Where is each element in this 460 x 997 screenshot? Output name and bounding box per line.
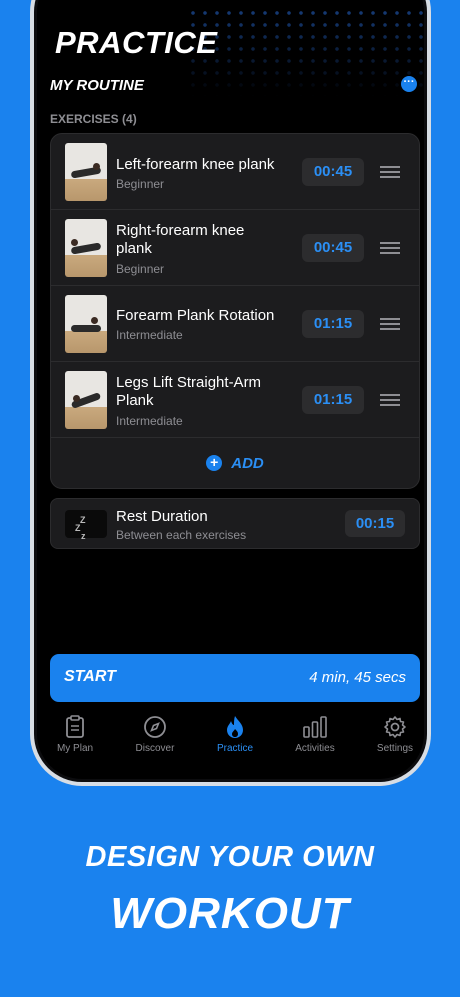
promo-headline: DESIGN YOUR OWN (85, 841, 375, 873)
exercise-name: Forearm Plank Rotation (116, 307, 275, 324)
dot-pattern-decoration (187, 7, 424, 97)
tab-activities[interactable]: Activities (277, 715, 353, 754)
exercise-row[interactable]: Right-forearm knee plank Beginner 00:45 (51, 210, 419, 286)
tab-practice[interactable]: Practice (197, 715, 273, 754)
exercise-name: Legs Lift Straight-Arm Plank (116, 374, 262, 409)
exercise-level: Intermediate (116, 328, 183, 342)
drag-handle-icon[interactable] (380, 242, 400, 254)
add-label: ADD (231, 454, 264, 472)
exercise-level: Beginner (116, 262, 165, 276)
tab-label: Discover (135, 743, 175, 754)
exercise-name: Right-forearm knee plank (116, 222, 245, 257)
promo-subheadline: WORKOUT (110, 889, 350, 938)
exercise-row[interactable]: Left-forearm knee plank Beginner 00:45 (51, 134, 419, 210)
exercise-duration-button[interactable]: 01:15 (302, 310, 364, 338)
rest-duration-row[interactable]: ZZz Rest Duration Between each exercises… (50, 498, 420, 549)
drag-handle-icon[interactable] (380, 394, 400, 406)
exercises-header: EXERCISES (4) (50, 112, 137, 126)
phone-frame: PRACTICE MY ROUTINE ··· EXERCISES (4) Le… (30, 0, 431, 786)
drag-handle-icon[interactable] (380, 166, 400, 178)
exercise-list: Left-forearm knee plank Beginner 00:45 R… (50, 133, 420, 489)
exercise-level: Beginner (116, 177, 165, 191)
exercise-name: Left-forearm knee plank (116, 156, 275, 173)
total-duration: 4 min, 45 secs (309, 669, 406, 686)
plus-circle-icon: + (206, 455, 223, 471)
exercise-thumbnail (65, 295, 107, 353)
rest-duration-button[interactable]: 00:15 (345, 510, 405, 537)
clipboard-icon (66, 715, 84, 738)
bar-chart-icon (303, 716, 327, 738)
start-label: START (64, 668, 116, 685)
tab-discover[interactable]: Discover (117, 715, 193, 754)
exercise-thumbnail (65, 219, 107, 277)
exercise-thumbnail (65, 371, 107, 429)
exercise-row[interactable]: Legs Lift Straight-Arm Plank Intermediat… (51, 362, 419, 438)
more-options-button[interactable]: ··· (401, 76, 417, 92)
exercise-row[interactable]: Forearm Plank Rotation Intermediate 01:1… (51, 286, 419, 362)
drag-handle-icon[interactable] (380, 318, 400, 330)
rest-title: Rest Duration (116, 508, 208, 525)
add-exercise-button[interactable]: + ADD (51, 438, 419, 488)
ellipsis-icon: ··· (403, 76, 415, 88)
page-title: PRACTICE (55, 25, 218, 60)
tab-label: My Plan (56, 743, 94, 754)
rest-subtitle: Between each exercises (116, 528, 247, 542)
tab-label: Activities (295, 743, 335, 754)
sleep-icon: ZZz (65, 510, 107, 541)
routine-label: MY ROUTINE (50, 77, 144, 94)
app-screen: PRACTICE MY ROUTINE ··· EXERCISES (4) Le… (37, 0, 424, 779)
tab-bar: My Plan Discover Practice Activities Set… (37, 715, 424, 775)
tab-label: Settings (376, 743, 414, 754)
tab-label: Practice (216, 743, 254, 754)
phone-bezel: PRACTICE MY ROUTINE ··· EXERCISES (4) Le… (34, 0, 427, 782)
exercise-duration-button[interactable]: 00:45 (302, 158, 364, 186)
compass-icon (144, 716, 166, 738)
exercise-level: Intermediate (116, 414, 183, 428)
gear-icon (384, 716, 406, 738)
exercise-duration-button[interactable]: 01:15 (302, 386, 364, 414)
flame-icon (227, 716, 243, 738)
start-button[interactable]: START 4 min, 45 secs (50, 654, 420, 702)
exercise-thumbnail (65, 143, 107, 201)
tab-my-plan[interactable]: My Plan (37, 715, 113, 754)
tab-settings[interactable]: Settings (357, 715, 424, 754)
exercise-duration-button[interactable]: 00:45 (302, 234, 364, 262)
